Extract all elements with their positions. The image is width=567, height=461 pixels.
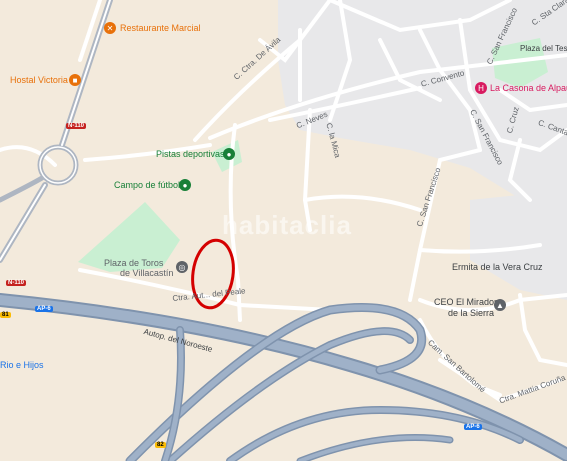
highway-ap6: [0, 293, 567, 461]
urban-area-east: [470, 190, 567, 300]
shield-81: 81: [0, 312, 11, 318]
poi-rio-e-hijos[interactable]: Rio e Hijos: [0, 360, 44, 370]
shield-n110-left: N-110: [6, 280, 27, 286]
poi-campo-de-futbol[interactable]: Campo de fútbol: [114, 180, 180, 190]
fork-knife-icon[interactable]: ✕: [104, 22, 116, 34]
poi-ceo-mirador-line1[interactable]: CEO El Mirador: [434, 297, 497, 307]
shield-n110-top: N-110: [66, 123, 87, 129]
shield-82: 82: [155, 442, 166, 448]
poi-ceo-mirador-line2[interactable]: de la Sierra: [448, 308, 494, 318]
poi-ermita-vera-cruz[interactable]: Ermita de la Vera Cruz: [452, 262, 543, 272]
poi-hostal-victoria[interactable]: Hostal Victoria: [10, 75, 68, 85]
school-icon[interactable]: ▲: [494, 299, 506, 311]
poi-plaza-de-toros-line1[interactable]: Plaza de Toros: [104, 258, 163, 268]
poi-pistas-deportivas[interactable]: Pistas deportivas: [156, 149, 225, 159]
shield-ap6-right: AP-6: [464, 424, 482, 430]
poi-la-casona-de-alpau[interactable]: La Casona de Alpau: [490, 83, 567, 93]
shield-ap6-left: AP-6: [35, 306, 53, 312]
landmark-icon[interactable]: ◎: [176, 261, 188, 273]
hotel-icon[interactable]: H: [475, 82, 487, 94]
road-n110: [0, 0, 113, 263]
map-canvas[interactable]: habitaclia ✕ Restaurante Marcial Hostal …: [0, 0, 567, 461]
sports-icon[interactable]: ●: [179, 179, 191, 191]
sports-icon[interactable]: ●: [223, 148, 235, 160]
poi-plaza-del-teso[interactable]: Plaza del Teso: [520, 44, 567, 53]
poi-plaza-de-toros-line2[interactable]: de Villacastín: [120, 268, 173, 278]
bed-icon[interactable]: ■: [69, 74, 81, 86]
watermark: habitaclia: [222, 210, 352, 240]
poi-restaurante-marcial[interactable]: Restaurante Marcial: [120, 23, 201, 33]
